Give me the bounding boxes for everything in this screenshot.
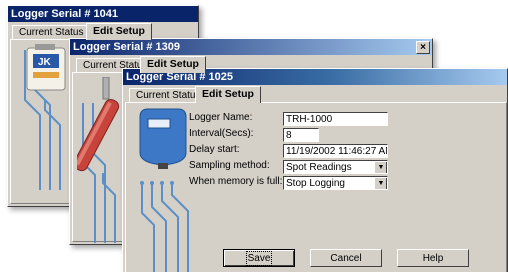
tab-label: Edit Setup <box>147 58 199 70</box>
tab-edit-setup[interactable]: Edit Setup <box>195 86 261 103</box>
chevron-down-icon[interactable]: ▼ <box>374 161 387 173</box>
help-button[interactable]: Help <box>397 249 469 267</box>
tab-strip: Current Status Edit Setup <box>125 86 505 103</box>
cancel-button[interactable]: Cancel <box>310 249 382 267</box>
tab-edit-setup[interactable]: Edit Setup <box>86 23 152 40</box>
close-button[interactable]: × <box>416 41 430 54</box>
interval-label: Interval(Secs): <box>189 128 254 139</box>
cancel-button-label: Cancel <box>330 253 362 264</box>
delay-start-label: Delay start: <box>189 144 240 155</box>
window-logger-1025[interactable]: Logger Serial # 1025 Current Status Edit… <box>122 68 508 272</box>
tab-edit-setup[interactable]: Edit Setup <box>140 56 206 73</box>
tab-label: Current Status <box>19 27 84 38</box>
titlebar[interactable]: Logger Serial # 1041 <box>8 6 198 22</box>
tab-label: Current Status <box>136 90 201 101</box>
memory-full-label: When memory is full: <box>189 176 283 187</box>
logger-name-label: Logger Name: <box>189 112 253 123</box>
probe-logger-image <box>77 77 120 172</box>
blue-logger-device-image <box>139 108 187 169</box>
jk-logger-device-image: JK <box>26 44 66 91</box>
interval-field[interactable]: 8 <box>283 128 319 142</box>
logger-name-field[interactable]: TRH-1000 <box>283 112 388 126</box>
memory-full-value: Stop Logging <box>286 178 345 189</box>
save-button[interactable]: Save <box>223 249 295 267</box>
tab-panel: Logger Name: TRH-1000 Interval(Secs): 8 … <box>125 102 507 272</box>
tab-label: Edit Setup <box>202 88 254 100</box>
sampling-method-select[interactable]: Spot Readings ▼ <box>283 160 388 174</box>
window-title: Logger Serial # 1041 <box>11 8 118 20</box>
svg-text:JK: JK <box>38 57 52 68</box>
close-icon: × <box>420 42 426 53</box>
sampling-method-value: Spot Readings <box>286 162 352 173</box>
delay-start-field[interactable]: 11/19/2002 11:46:27 AM <box>283 144 388 158</box>
chevron-down-icon[interactable]: ▼ <box>374 177 387 189</box>
window-title: Logger Serial # 1309 <box>73 41 180 53</box>
save-button-label: Save <box>245 251 273 266</box>
memory-full-select[interactable]: Stop Logging ▼ <box>283 176 388 190</box>
tab-label: Edit Setup <box>93 25 145 37</box>
titlebar[interactable]: Logger Serial # 1309 × <box>70 39 432 55</box>
sampling-method-label: Sampling method: <box>189 160 270 171</box>
help-button-label: Help <box>422 253 444 264</box>
